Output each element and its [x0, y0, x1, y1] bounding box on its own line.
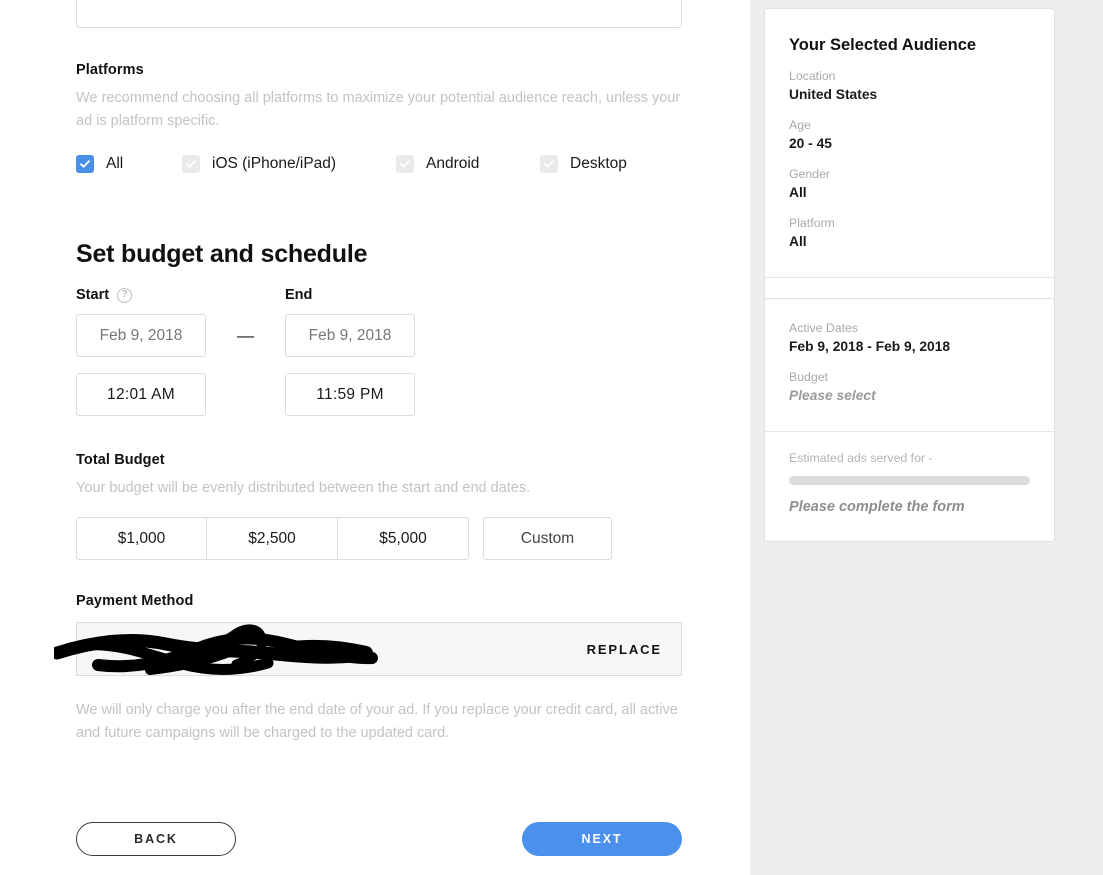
dates-budget-card: Active Dates Feb 9, 2018 - Feb 9, 2018 B…	[764, 298, 1055, 542]
payment-method-title: Payment Method	[76, 593, 682, 609]
replace-card-button[interactable]: REPLACE	[587, 642, 662, 657]
active-dates-field: Active Dates Feb 9, 2018 - Feb 9, 2018	[789, 320, 1030, 356]
next-button[interactable]: NEXT	[522, 822, 682, 856]
budget-option-2500[interactable]: $2,500	[207, 517, 338, 560]
audience-key-age: Age	[789, 117, 1030, 133]
audience-key-location: Location	[789, 68, 1030, 84]
form-column: Platforms We recommend choosing all plat…	[0, 0, 750, 875]
date-fields-row: Feb 9, 2018 — Feb 9, 2018	[76, 314, 415, 357]
budget-preset-group: $1,000 $2,500 $5,000	[76, 517, 469, 560]
audience-value-location: United States	[789, 85, 1030, 104]
start-label-group: Start ?	[76, 287, 285, 303]
budget-option-5000[interactable]: $5,000	[338, 517, 469, 560]
payment-card-row[interactable]: REPLACE	[76, 622, 682, 676]
start-time-input[interactable]: 12:01 AM	[76, 373, 206, 416]
budget-option-1000[interactable]: $1,000	[76, 517, 207, 560]
time-fields-row: 12:01 AM 11:59 PM	[76, 373, 415, 416]
payment-method-section: Payment Method REPLACE We will only char…	[76, 593, 682, 745]
active-dates-value: Feb 9, 2018 - Feb 9, 2018	[789, 337, 1030, 356]
end-date-input[interactable]: Feb 9, 2018	[285, 314, 415, 357]
audience-card-body: Your Selected Audience Location United S…	[765, 9, 1054, 277]
audience-value-gender: All	[789, 183, 1030, 202]
checkbox-unchecked-icon[interactable]	[182, 155, 200, 173]
date-range-separator: —	[206, 326, 285, 346]
budget-summary-field: Budget Please select	[789, 369, 1030, 405]
platforms-checkbox-row: All iOS (iPhone/iPad) Android	[76, 155, 682, 173]
platform-option-android[interactable]: Android	[396, 155, 540, 173]
payment-note: We will only charge you after the end da…	[76, 699, 682, 745]
total-budget-title: Total Budget	[76, 452, 682, 468]
schedule-section: Start ? End Feb 9, 2018 — Feb 9, 2018 12…	[76, 287, 415, 416]
dates-card-body: Active Dates Feb 9, 2018 - Feb 9, 2018 B…	[765, 299, 1054, 431]
end-label: End	[285, 287, 312, 303]
redaction-scribble	[54, 617, 384, 683]
estimate-progress-bar	[789, 476, 1030, 485]
form-navigation: BACK NEXT	[76, 822, 682, 856]
audience-field-age: Age 20 - 45	[789, 117, 1030, 153]
audience-value-platform: All	[789, 232, 1030, 251]
budget-summary-key: Budget	[789, 369, 1030, 385]
schedule-labels-row: Start ? End	[76, 287, 415, 303]
budget-option-custom[interactable]: Custom	[483, 517, 612, 560]
budget-summary-value: Please select	[789, 386, 1030, 405]
previous-field-input[interactable]	[76, 0, 682, 28]
audience-key-gender: Gender	[789, 166, 1030, 182]
back-button[interactable]: BACK	[76, 822, 236, 856]
budget-schedule-heading: Set budget and schedule	[76, 240, 367, 269]
start-label: Start	[76, 287, 109, 303]
checkbox-checked-icon[interactable]	[76, 155, 94, 173]
estimate-body: Estimated ads served for - Please comple…	[765, 432, 1054, 541]
summary-sidebar: Your Selected Audience Location United S…	[750, 0, 1103, 875]
platform-label-all: All	[106, 155, 123, 173]
audience-key-platform: Platform	[789, 215, 1030, 231]
end-time-input[interactable]: 11:59 PM	[285, 373, 415, 416]
budget-options-row: $1,000 $2,500 $5,000 Custom	[76, 517, 682, 560]
total-budget-section: Total Budget Your budget will be evenly …	[76, 452, 682, 560]
total-budget-help-text: Your budget will be evenly distributed b…	[76, 477, 682, 500]
platforms-title: Platforms	[76, 62, 682, 78]
platform-option-ios[interactable]: iOS (iPhone/iPad)	[182, 155, 396, 173]
help-circle-icon[interactable]: ?	[117, 288, 132, 303]
complete-form-message: Please complete the form	[789, 499, 1030, 515]
platform-label-android: Android	[426, 155, 479, 173]
audience-field-gender: Gender All	[789, 166, 1030, 202]
estimate-label: Estimated ads served for -	[789, 451, 1030, 465]
active-dates-key: Active Dates	[789, 320, 1030, 336]
platform-label-ios: iOS (iPhone/iPad)	[212, 155, 336, 173]
start-date-input[interactable]: Feb 9, 2018	[76, 314, 206, 357]
ad-campaign-budget-page: Platforms We recommend choosing all plat…	[0, 0, 1103, 875]
audience-value-age: 20 - 45	[789, 134, 1030, 153]
platform-option-all[interactable]: All	[76, 155, 182, 173]
checkbox-unchecked-icon[interactable]	[396, 155, 414, 173]
platform-option-desktop[interactable]: Desktop	[540, 155, 627, 173]
platforms-help-text: We recommend choosing all platforms to m…	[76, 87, 682, 133]
audience-field-platform: Platform All	[789, 215, 1030, 251]
audience-field-location: Location United States	[789, 68, 1030, 104]
checkbox-unchecked-icon[interactable]	[540, 155, 558, 173]
platform-label-desktop: Desktop	[570, 155, 627, 173]
audience-card-title: Your Selected Audience	[789, 9, 1030, 55]
platforms-section: Platforms We recommend choosing all plat…	[76, 62, 682, 173]
